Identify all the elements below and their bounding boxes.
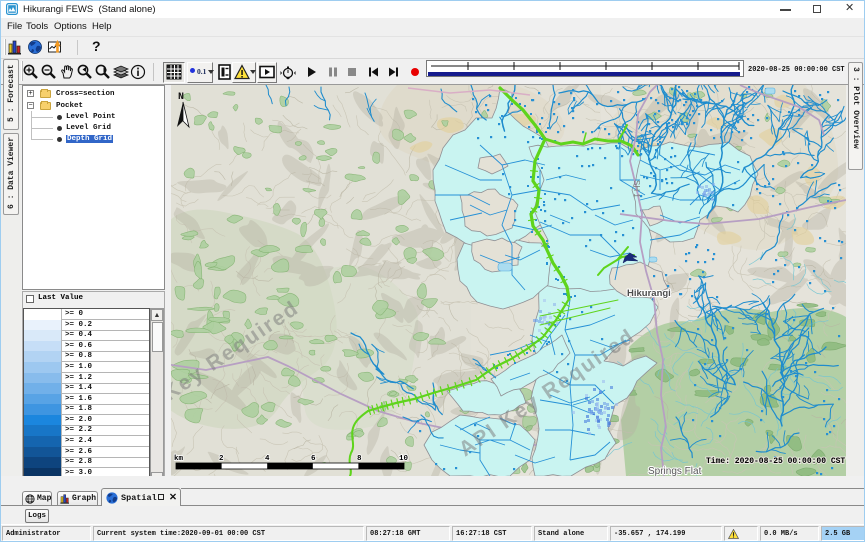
svg-text:4: 4 [265, 455, 270, 463]
svg-text:N: N [178, 92, 184, 103]
svg-text:6: 6 [311, 455, 316, 463]
svg-text:Springs Flat: Springs Flat [648, 466, 702, 476]
svg-text:SH 1: SH 1 [632, 180, 641, 198]
svg-text:Time: 2020-08-25 00:00:00 CST: Time: 2020-08-25 00:00:00 CST [706, 457, 845, 466]
svg-text:8: 8 [357, 455, 362, 463]
svg-text:10: 10 [399, 455, 409, 463]
svg-text:2: 2 [219, 455, 224, 463]
svg-text:Hikurangi: Hikurangi [627, 288, 671, 299]
svg-text:km: km [174, 455, 184, 463]
